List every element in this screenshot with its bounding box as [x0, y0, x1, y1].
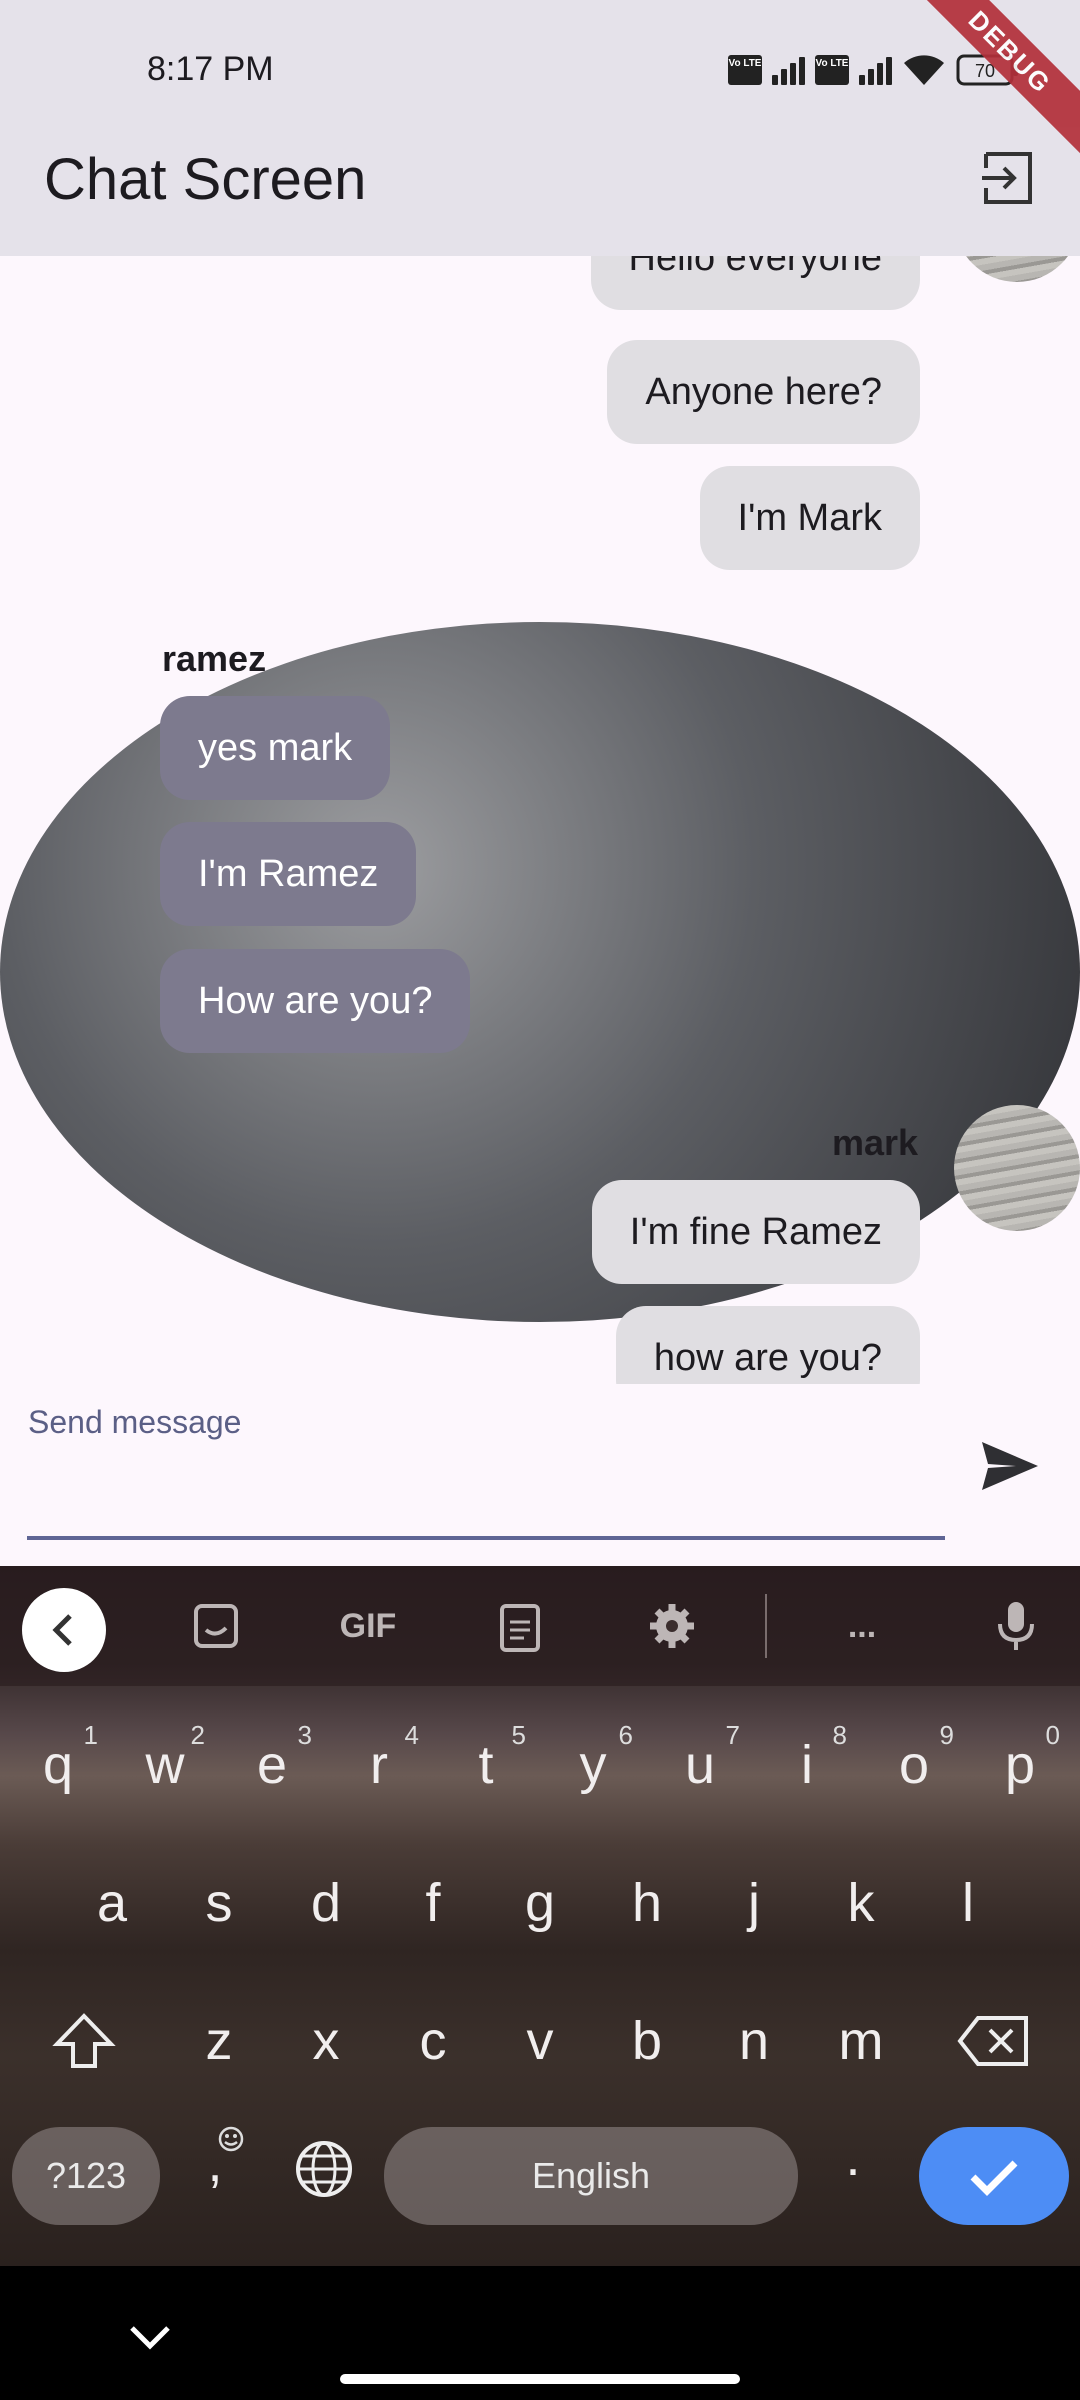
- more-button[interactable]: ...: [830, 1594, 894, 1658]
- status-time: 8:17 PM: [147, 50, 274, 88]
- logout-icon: [982, 152, 1032, 204]
- key-r[interactable]: r4: [339, 1720, 419, 1796]
- message-bubble: I'm fine Ramez: [591, 1180, 920, 1284]
- key-k[interactable]: k: [821, 1872, 901, 1934]
- clipboard-button[interactable]: [488, 1594, 552, 1658]
- space-bar[interactable]: English: [384, 2127, 798, 2225]
- app-bar: 8:17 PM Vo LTE Vo LTE 70 Chat Screen DEB…: [0, 0, 1080, 256]
- key-j[interactable]: j: [714, 1872, 794, 1934]
- message-input-area: Send message: [0, 1384, 1080, 1566]
- key-a[interactable]: a: [72, 1872, 152, 1934]
- key-l[interactable]: l: [928, 1872, 1008, 1934]
- message-bubble: Hello everyone: [590, 256, 920, 310]
- shift-key[interactable]: [44, 2006, 124, 2089]
- key-c[interactable]: c: [393, 2010, 473, 2072]
- send-icon: [982, 1442, 1038, 1490]
- home-indicator[interactable]: [340, 2374, 740, 2384]
- key-b[interactable]: b: [607, 2010, 687, 2072]
- message-input[interactable]: Send message: [28, 1404, 241, 1441]
- soft-keyboard: GIF ... q1 w2 e3 r4 t5 y6 u7 i8 o9 p0 a …: [0, 1566, 1080, 2266]
- key-q[interactable]: q1: [18, 1720, 98, 1796]
- key-i[interactable]: i8: [767, 1720, 847, 1796]
- message-bubble: I'm Ramez: [160, 822, 417, 926]
- keyboard-toolbar: GIF ...: [0, 1566, 1080, 1686]
- signal-icon: [772, 55, 805, 85]
- logout-button[interactable]: [980, 150, 1036, 206]
- emoji-icon: [218, 2126, 244, 2152]
- settings-button[interactable]: [640, 1594, 704, 1658]
- key-e[interactable]: e3: [232, 1720, 312, 1796]
- mic-icon: [998, 1602, 1034, 1650]
- key-w[interactable]: w2: [125, 1720, 206, 1796]
- comma-key[interactable]: ,: [180, 2126, 250, 2194]
- gif-button[interactable]: GIF: [336, 1594, 400, 1658]
- signal-icon: [859, 55, 892, 85]
- sticker-button[interactable]: [184, 1594, 248, 1658]
- key-u[interactable]: u7: [660, 1720, 740, 1796]
- mic-button[interactable]: [984, 1594, 1048, 1658]
- key-z[interactable]: z: [179, 2010, 259, 2072]
- input-underline: [27, 1536, 945, 1540]
- message-bubble: Anyone here?: [607, 340, 920, 444]
- backspace-key[interactable]: [954, 2006, 1034, 2089]
- globe-icon: [296, 2141, 352, 2197]
- page-title: Chat Screen: [44, 147, 367, 212]
- language-key[interactable]: [284, 2134, 364, 2217]
- sender-name: ramez: [162, 638, 267, 679]
- key-f[interactable]: f: [393, 1872, 473, 1934]
- key-x[interactable]: x: [286, 2010, 366, 2072]
- avatar: [954, 256, 1080, 282]
- sender-name: mark: [831, 1122, 918, 1163]
- chat-list[interactable]: Hello everyone Anyone here? I'm Mark ram…: [0, 256, 1080, 1384]
- gear-icon: [650, 1604, 694, 1648]
- chevron-down-icon[interactable]: [120, 2318, 180, 2358]
- key-n[interactable]: n: [714, 2010, 794, 2072]
- key-t[interactable]: t5: [446, 1720, 526, 1796]
- backspace-icon: [957, 2016, 1028, 2066]
- volte-icon: Vo LTE: [728, 55, 762, 85]
- check-icon: [970, 2160, 1018, 2196]
- message-bubble: I'm Mark: [699, 466, 920, 570]
- key-v[interactable]: v: [500, 2010, 580, 2072]
- clipboard-icon: [500, 1604, 540, 1652]
- toolbar-divider: [765, 1594, 767, 1658]
- enter-button[interactable]: [919, 2127, 1069, 2225]
- shift-icon: [52, 2013, 116, 2068]
- message-bubble: How are you?: [160, 949, 471, 1053]
- key-s[interactable]: s: [179, 1872, 259, 1934]
- message-bubble: yes mark: [160, 696, 391, 800]
- keyboard-back-button[interactable]: [22, 1588, 106, 1672]
- chevron-left-icon: [52, 1614, 72, 1646]
- wifi-icon: [902, 53, 946, 87]
- send-button[interactable]: [978, 1434, 1042, 1498]
- avatar: [954, 1105, 1080, 1231]
- symbols-key[interactable]: ?123: [12, 2127, 160, 2225]
- key-o[interactable]: o9: [874, 1720, 954, 1796]
- key-y[interactable]: y6: [553, 1720, 634, 1796]
- volte-icon: Vo LTE: [815, 55, 849, 85]
- key-d[interactable]: d: [286, 1872, 366, 1934]
- key-h[interactable]: h: [607, 1872, 687, 1934]
- sticker-icon: [194, 1604, 238, 1648]
- key-p[interactable]: p0: [980, 1720, 1060, 1796]
- status-icons: Vo LTE Vo LTE 70: [728, 50, 1020, 90]
- message-bubble: how are you?: [615, 1306, 920, 1384]
- key-m[interactable]: m: [821, 2010, 901, 2072]
- key-g[interactable]: g: [500, 1872, 580, 1934]
- period-key[interactable]: .: [818, 2126, 888, 2188]
